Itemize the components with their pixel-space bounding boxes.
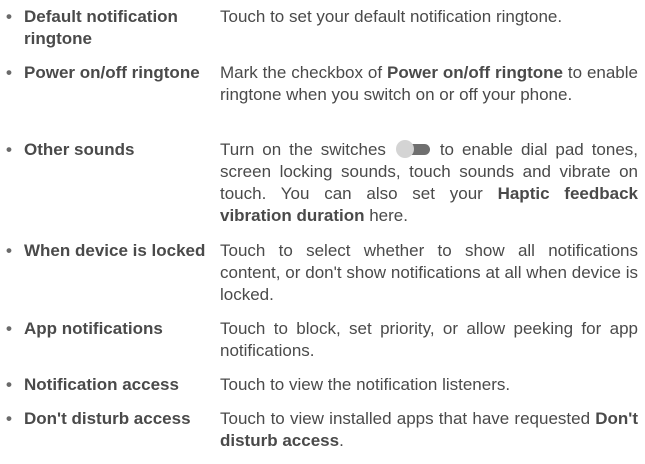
item-description: Turn on the switches to enable dial pad … (220, 139, 638, 227)
term-label: Notification access (24, 375, 179, 394)
item-description: Touch to block, set priority, or allow p… (220, 318, 638, 362)
item-term: • Other sounds (6, 139, 206, 161)
toggle-switch-icon (395, 140, 430, 158)
text-run: Touch to view installed apps that have r… (220, 409, 596, 428)
text-run: Touch to set your default notification r… (220, 7, 563, 26)
item-term: • Power on/off ringtone (6, 62, 206, 84)
bullet: • (6, 319, 12, 338)
item-term: • Don't disturb access (6, 408, 220, 430)
term-label: App notifications (24, 319, 163, 338)
item-term: • App notifications (6, 318, 206, 340)
term-label: Other sounds (24, 140, 135, 159)
bullet: • (6, 375, 12, 394)
term-label: When device is locked (24, 241, 206, 260)
text-run: here. (364, 206, 408, 225)
settings-description-page: • Default notification ringtone Touch to… (0, 0, 645, 464)
item-description: Touch to view installed apps that have r… (220, 408, 638, 452)
text-run: Mark the checkbox of (220, 63, 387, 82)
term-label: Default notification ringtone (24, 7, 178, 48)
bullet: • (6, 7, 12, 26)
term-label: Power on/off ringtone (24, 63, 200, 82)
item-description: Touch to set your default notification r… (220, 6, 638, 28)
bullet: • (6, 409, 12, 428)
item-description: Mark the checkbox of Power on/off ringto… (220, 62, 638, 106)
item-term: • When device is locked (6, 240, 206, 262)
text-run: Touch to block, set priority, or allow p… (220, 319, 638, 360)
item-term: • Notification access (6, 374, 206, 396)
bullet: • (6, 140, 12, 159)
item-description: Touch to view the notification listeners… (220, 374, 638, 396)
bold-text-run: Power on/off ringtone (386, 63, 563, 82)
bullet: • (6, 241, 12, 260)
text-run: . (339, 431, 344, 450)
item-description: Touch to select whether to show all noti… (220, 240, 638, 306)
item-term: • Default notification ringtone (6, 6, 206, 50)
text-run: Touch to select whether to show all noti… (220, 241, 638, 304)
text-run: Turn on the switches (220, 140, 394, 159)
toggle-knob (395, 140, 414, 158)
term-label: Don't disturb access (24, 409, 191, 428)
text-run: Touch to view the notification listeners… (220, 375, 511, 394)
bullet: • (6, 63, 12, 82)
